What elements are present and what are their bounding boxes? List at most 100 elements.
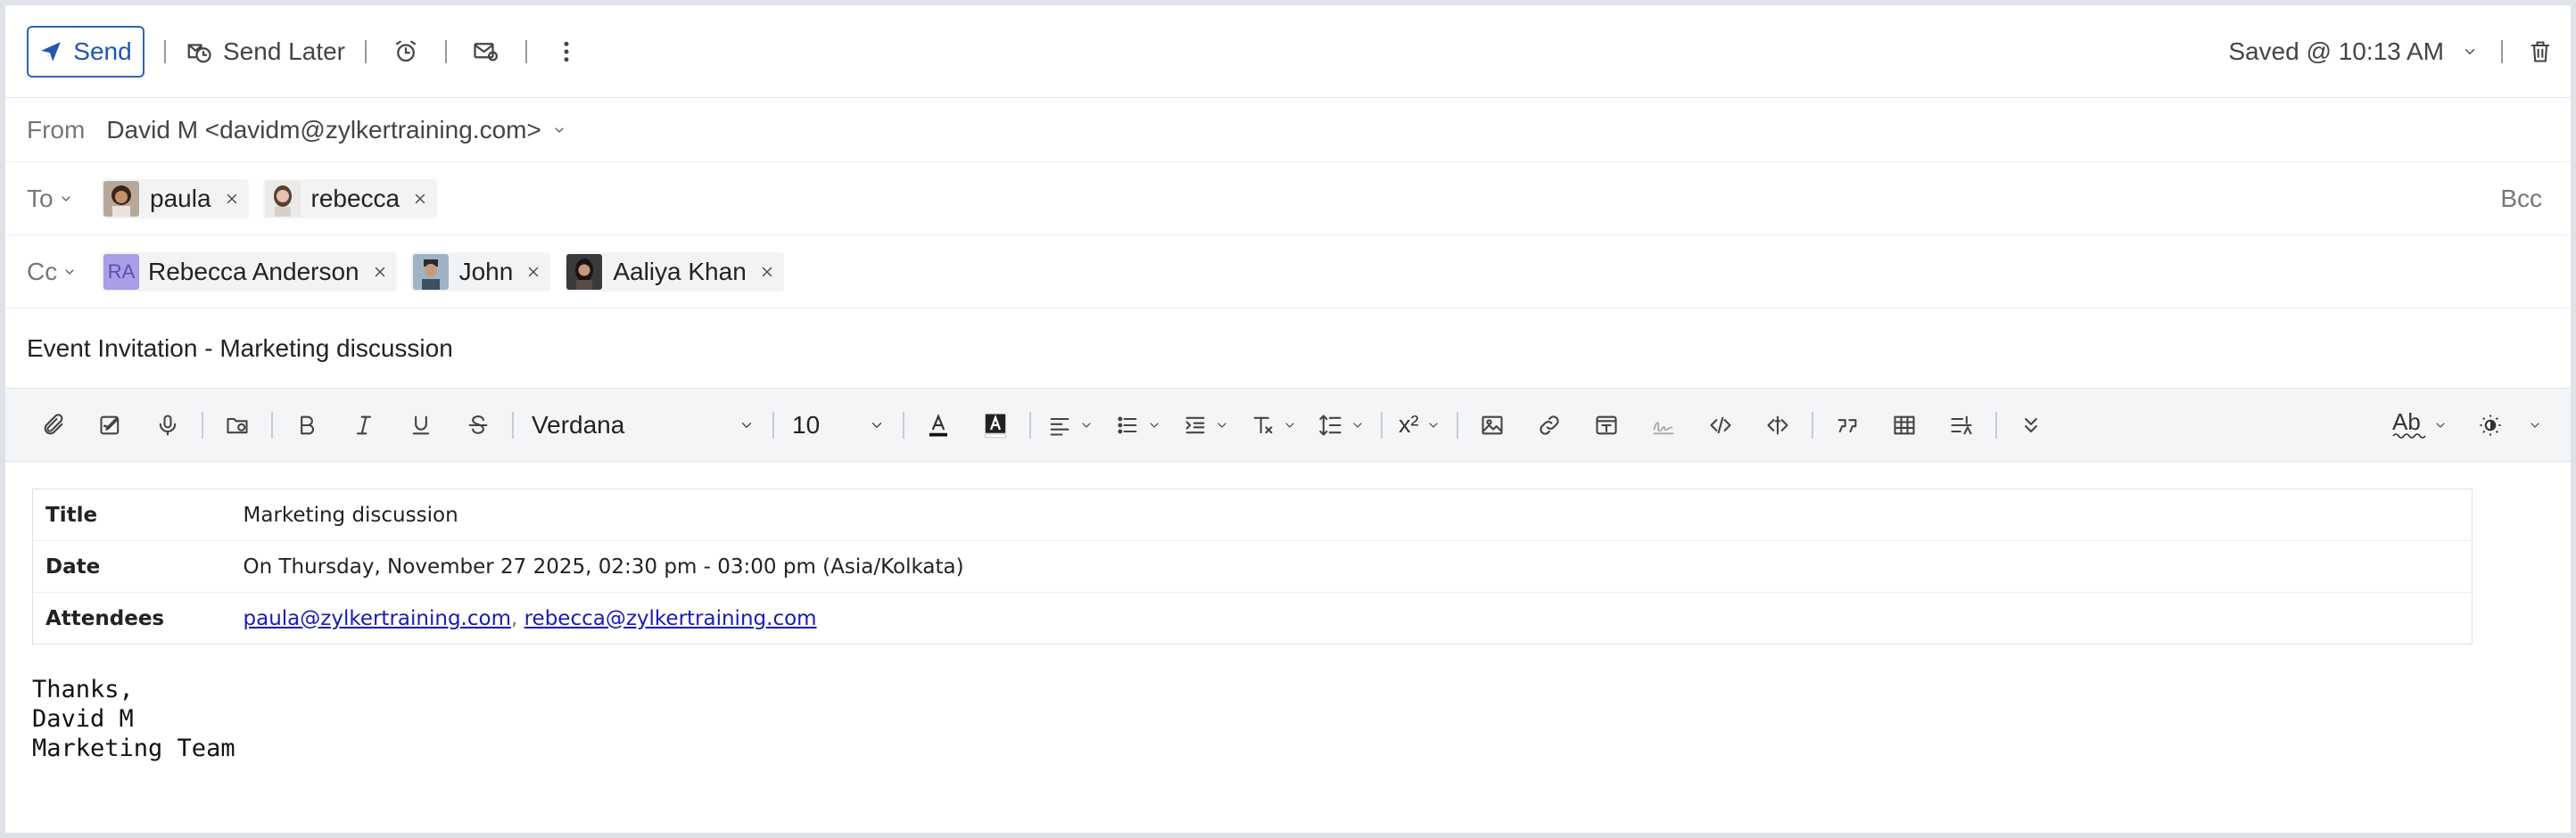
close-icon[interactable] [759, 264, 775, 280]
font-family-value: Verdana [532, 410, 625, 439]
message-body[interactable]: Title Marketing discussion Date On Thurs… [5, 462, 2571, 763]
font-family-select[interactable]: Verdana [532, 411, 755, 440]
from-selector[interactable]: David M <davidm@zylkertraining.com> [106, 116, 566, 144]
align-button[interactable] [1047, 413, 1094, 438]
insert-link-button[interactable] [1532, 407, 1567, 443]
attendee-link[interactable]: rebecca@zylkertraining.com [524, 607, 817, 630]
separator [903, 411, 904, 439]
compose-window: Send Send Later Saved @ 10:13 AM From Da… [5, 5, 2571, 833]
send-later-button[interactable]: Send Later [186, 37, 345, 66]
close-icon[interactable] [224, 191, 240, 207]
separator [525, 39, 527, 63]
delete-draft-button[interactable] [2521, 32, 2560, 71]
background-color-icon [985, 414, 1006, 438]
separator [1811, 411, 1813, 439]
alarm-clock-icon [395, 40, 417, 62]
recipient-chip[interactable]: John [410, 251, 551, 292]
separator [772, 411, 774, 439]
bcc-toggle[interactable]: Bcc [2500, 185, 2542, 213]
microphone-icon [159, 414, 177, 436]
recipient-name: Aaliya Khan [613, 257, 747, 285]
text-direction-icon [1950, 415, 1972, 434]
insert-code-button[interactable] [1760, 407, 1796, 443]
event-value: Marketing discussion [230, 489, 2473, 541]
signature-line: Marketing Team [32, 735, 235, 762]
list-button[interactable] [1115, 413, 1161, 438]
highlight-color-button[interactable] [978, 407, 1013, 443]
recipient-chip[interactable]: RA Rebecca Anderson [102, 251, 397, 292]
recipient-name: rebecca [310, 184, 400, 212]
chevron-down-icon [65, 268, 74, 275]
folder-image-icon [227, 417, 248, 433]
underline-button[interactable] [403, 407, 439, 443]
close-icon[interactable] [525, 264, 541, 280]
signature-button[interactable] [93, 407, 128, 443]
table-icon [1893, 415, 1915, 434]
chevron-down-icon [1428, 422, 1438, 428]
line-spacing-icon [1319, 414, 1342, 436]
to-row: To paula rebecca Bcc [5, 162, 2571, 235]
attach-button[interactable] [36, 407, 71, 443]
squiggle-underline-icon [2392, 432, 2426, 439]
italic-button[interactable] [346, 407, 382, 443]
avatar [103, 180, 139, 217]
attendee-link[interactable]: paula@zylkertraining.com [244, 607, 511, 630]
recipient-chip[interactable]: rebecca [262, 178, 438, 218]
font-size-select[interactable]: 10 [792, 411, 885, 440]
event-key: Attendees [45, 606, 165, 630]
blockquote-button[interactable] [1829, 407, 1865, 443]
recipient-chip[interactable]: Aaliya Khan [565, 251, 784, 292]
line-spacing-button[interactable] [1318, 413, 1365, 438]
subject-input[interactable]: Event Invitation - Marketing discussion [27, 334, 453, 363]
insert-table-button[interactable] [1887, 407, 1922, 443]
chevron-down-icon[interactable] [2462, 44, 2478, 60]
code-view-button[interactable] [1703, 407, 1738, 443]
voice-note-button[interactable] [150, 407, 186, 443]
chevron-down-icon [555, 127, 564, 133]
indent-icon [1185, 416, 1205, 433]
separator [1994, 411, 1997, 439]
insert-signature-button[interactable] [1646, 407, 1681, 443]
insert-image-button[interactable] [1474, 407, 1510, 443]
close-icon[interactable] [412, 191, 428, 207]
font-size-value: 10 [792, 410, 821, 439]
attendee-separator: , [510, 606, 524, 630]
event-details-table: Title Marketing discussion Date On Thurs… [32, 489, 2473, 645]
read-receipt-button[interactable] [466, 32, 506, 71]
bold-button[interactable] [289, 407, 325, 443]
bullet-list-icon [1118, 416, 1137, 433]
chevron-down-icon [1082, 422, 1091, 428]
text-color-button[interactable] [921, 407, 956, 443]
reminder-button[interactable] [386, 32, 425, 71]
to-label: To [27, 184, 54, 212]
chevron-down-icon [2436, 422, 2445, 428]
close-icon[interactable] [372, 264, 388, 280]
image-icon [1481, 415, 1503, 434]
send-button[interactable]: Send [27, 25, 144, 78]
event-attendees: paula@zylkertraining.com, rebecca@zylker… [231, 593, 2473, 645]
cc-field-selector[interactable]: Cc [27, 258, 102, 286]
indent-button[interactable] [1183, 413, 1229, 438]
insert-template-button[interactable] [1589, 407, 1624, 443]
to-field-selector[interactable]: To [27, 185, 102, 213]
strikethrough-button[interactable] [460, 407, 496, 443]
align-left-icon [1050, 417, 1069, 436]
signature-line: David M [32, 705, 134, 733]
insert-form-button[interactable] [1944, 407, 1979, 443]
spell-check-button[interactable]: Ab [2392, 408, 2448, 440]
superscript-icon: x² [1399, 411, 1419, 438]
send-button-label: Send [73, 37, 132, 65]
more-options-button[interactable] [547, 32, 586, 71]
insert-from-cloud-button[interactable] [219, 407, 255, 443]
subject-row[interactable]: Event Invitation - Marketing discussion [5, 308, 2571, 389]
recipient-chip[interactable]: paula [102, 178, 249, 218]
superscript-button[interactable]: x² [1399, 411, 1441, 439]
edit-note-icon [100, 415, 120, 434]
separator [365, 39, 367, 63]
event-value: On Thursday, November 27 2025, 02:30 pm … [230, 540, 2473, 593]
recipient-name: John [458, 257, 514, 285]
theme-button[interactable] [2478, 413, 2542, 438]
clear-format-button[interactable] [1251, 413, 1297, 438]
more-formatting-button[interactable] [2013, 407, 2049, 443]
underline-icon [412, 415, 430, 434]
